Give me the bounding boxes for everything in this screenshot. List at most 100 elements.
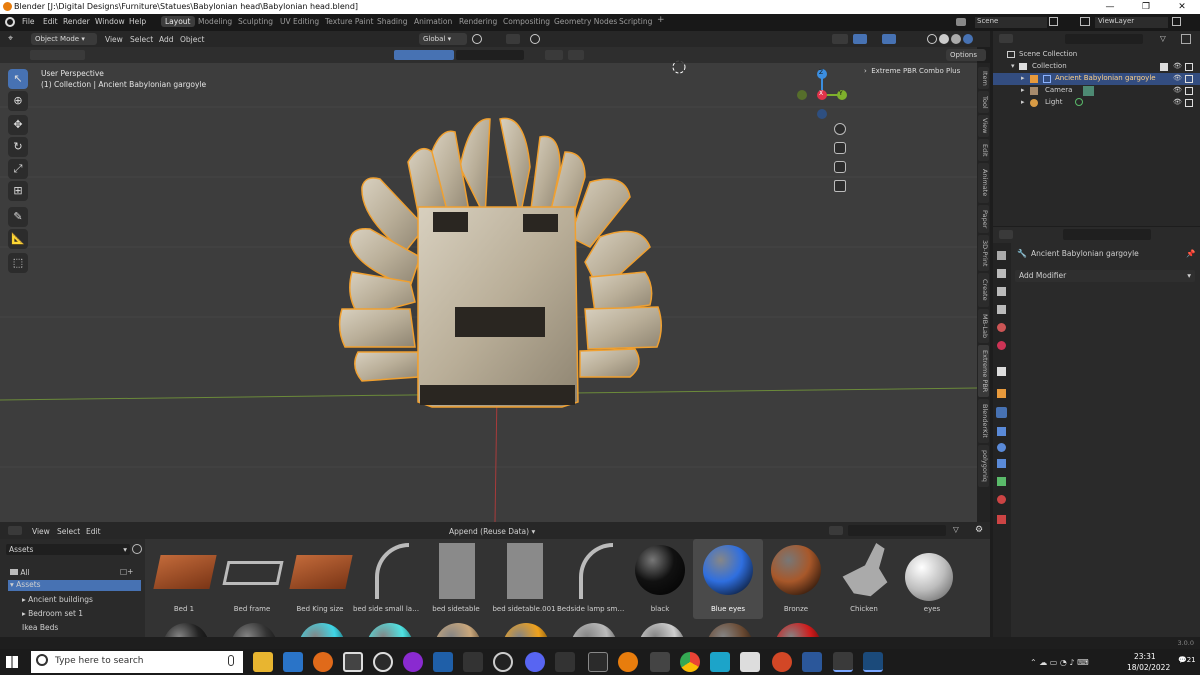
grid-projection-icon[interactable] — [834, 180, 846, 192]
tab-geometry-nodes[interactable]: Geometry Nodes — [554, 17, 617, 26]
menu-window[interactable]: Window — [95, 17, 125, 26]
catalog-bedroom-set-item[interactable]: ▸ Bedroom set 1 — [22, 609, 83, 618]
asset-item[interactable]: bed side small lam... — [353, 539, 423, 619]
sort-icon[interactable] — [545, 50, 563, 60]
new-scene-icon[interactable] — [1049, 17, 1058, 26]
select-box-tool-icon[interactable]: ↖ — [8, 69, 28, 89]
view-menu[interactable]: View — [105, 35, 123, 44]
asset-item[interactable]: black — [625, 539, 695, 619]
add-menu[interactable]: Add — [159, 35, 174, 44]
asset-item[interactable]: Chicken — [829, 539, 899, 619]
expand-arrow-icon[interactable]: ▸ — [1021, 86, 1025, 94]
properties-search[interactable] — [1063, 229, 1151, 240]
file-explorer-icon[interactable] — [253, 652, 273, 672]
asset-library-selector[interactable]: Assets ▾ — [6, 544, 130, 555]
app-icon-8[interactable] — [463, 652, 483, 672]
select-menu[interactable]: Select — [130, 35, 153, 44]
menu-help[interactable]: Help — [129, 17, 146, 26]
zoom-icon[interactable] — [834, 123, 846, 135]
tab-animate[interactable]: Animate — [978, 163, 989, 203]
menu-edit[interactable]: Edit — [43, 17, 58, 26]
word-icon[interactable] — [802, 652, 822, 672]
outliner-item-camera[interactable]: ▸ Camera 👁 — [993, 85, 1200, 97]
menu-file[interactable]: File — [22, 17, 35, 26]
catalog-ancient-buildings-item[interactable]: ▸ Ancient buildings — [22, 595, 93, 604]
add-modifier-dropdown[interactable]: Add Modifier ▾ — [1015, 270, 1195, 282]
notifications-button[interactable]: 💬21 — [1178, 656, 1196, 664]
material-props-icon[interactable] — [997, 495, 1006, 504]
tool-props-icon[interactable] — [997, 251, 1006, 260]
camera-render-icon[interactable] — [1185, 99, 1193, 107]
visibility-icon[interactable] — [832, 34, 848, 44]
selection-mode-icons[interactable] — [30, 50, 85, 60]
app-icon-7[interactable] — [433, 652, 453, 672]
view-layer-selector[interactable]: ViewLayer — [1095, 17, 1168, 28]
tab-view[interactable]: View — [978, 115, 989, 137]
app-icon-6[interactable] — [403, 652, 423, 672]
tab-extreme-pbr[interactable]: Extreme PBR — [978, 345, 989, 397]
add-workspace-button[interactable]: + — [657, 15, 665, 25]
taskbar-search-input[interactable]: Type here to search — [31, 651, 243, 673]
outliner-item-light[interactable]: ▸ Light 👁 — [993, 97, 1200, 109]
move-tool-icon[interactable]: ✥ — [8, 115, 28, 135]
asset-edit-menu[interactable]: Edit — [86, 527, 101, 536]
eye-icon[interactable]: 👁 — [1173, 86, 1182, 94]
asset-thumbnail[interactable] — [435, 623, 481, 637]
rotate-tool-icon[interactable]: ↻ — [8, 137, 28, 157]
tab-rendering[interactable]: Rendering — [459, 17, 497, 26]
pan-hand-icon[interactable] — [834, 142, 846, 154]
outliner-scene-collection[interactable]: Scene Collection — [993, 49, 1200, 61]
tab-polygoniq[interactable]: polygoniq — [978, 445, 989, 487]
camera-view-icon[interactable] — [834, 161, 846, 173]
scale-tool-icon[interactable]: ⤢ — [8, 159, 28, 179]
catalog-all-item[interactable]: All — [10, 568, 30, 577]
app-icon-16[interactable] — [710, 652, 730, 672]
mode-selector[interactable]: Object Mode ▾ — [31, 33, 97, 45]
object-menu[interactable]: Object — [180, 35, 204, 44]
add-cube-tool-icon[interactable]: ⬚ — [8, 253, 28, 273]
tab-modeling[interactable]: Modeling — [198, 17, 232, 26]
asset-search-input[interactable] — [848, 525, 946, 536]
app-icon-4[interactable] — [343, 652, 363, 672]
view-layer-props-icon[interactable] — [997, 305, 1006, 314]
properties-editor-icon[interactable] — [999, 230, 1013, 239]
options-button[interactable]: Options — [946, 49, 986, 61]
maximize-button[interactable]: ❐ — [1128, 0, 1164, 14]
constraints-props-icon[interactable] — [997, 459, 1006, 468]
expand-arrow-icon[interactable]: ▸ — [1021, 74, 1025, 82]
catalog-ikea-beds-item[interactable]: Ikea Beds — [22, 623, 58, 632]
exclude-checkbox[interactable] — [1160, 63, 1168, 71]
asset-item[interactable]: Bed 1 — [149, 539, 219, 619]
asset-thumbnail[interactable] — [503, 623, 549, 637]
refresh-library-icon[interactable] — [132, 544, 142, 554]
outliner-search[interactable] — [1065, 34, 1143, 44]
shading-wireframe-icon[interactable] — [927, 34, 937, 44]
transform-orientation-selector[interactable]: Global ▾ — [419, 33, 467, 45]
app-icon-17[interactable] — [740, 652, 760, 672]
texture-props-icon[interactable] — [997, 515, 1006, 524]
shading-rendered-icon[interactable] — [963, 34, 973, 44]
gizmo-y-label[interactable]: Y — [839, 90, 843, 97]
asset-filter-icon[interactable]: ▽ — [953, 525, 959, 534]
app-icon-12[interactable] — [588, 652, 608, 672]
app-icon-3[interactable] — [313, 652, 333, 672]
system-tray-icons[interactable]: ⌃ ☁ ▭ ◔ ♪ ⌨ — [1030, 658, 1118, 668]
modifier-props-icon[interactable] — [996, 407, 1007, 418]
asset-thumbnail[interactable] — [707, 623, 753, 637]
shading-solid-icon[interactable] — [939, 34, 949, 44]
gizmo-x-label[interactable]: X — [819, 90, 823, 97]
measure-tool-icon[interactable]: 📐 — [8, 229, 28, 249]
eye-icon[interactable]: 👁 — [1173, 98, 1182, 106]
microphone-icon[interactable] — [228, 655, 234, 666]
asset-thumbnail[interactable] — [231, 623, 277, 637]
tab-texture-paint[interactable]: Texture Paint — [325, 17, 373, 26]
tab-tool[interactable]: Tool — [978, 91, 989, 113]
asset-thumbnail[interactable] — [775, 623, 821, 637]
app-icon-21[interactable] — [863, 652, 883, 672]
pin-icon[interactable]: 📌 — [1186, 249, 1195, 258]
snap-icon[interactable] — [506, 34, 520, 44]
asset-item[interactable]: Bedside lamp smal... — [557, 539, 627, 619]
asset-view-menu[interactable]: View — [32, 527, 50, 536]
object-props-icon[interactable] — [997, 389, 1006, 398]
scene-props-icon[interactable] — [997, 323, 1006, 332]
